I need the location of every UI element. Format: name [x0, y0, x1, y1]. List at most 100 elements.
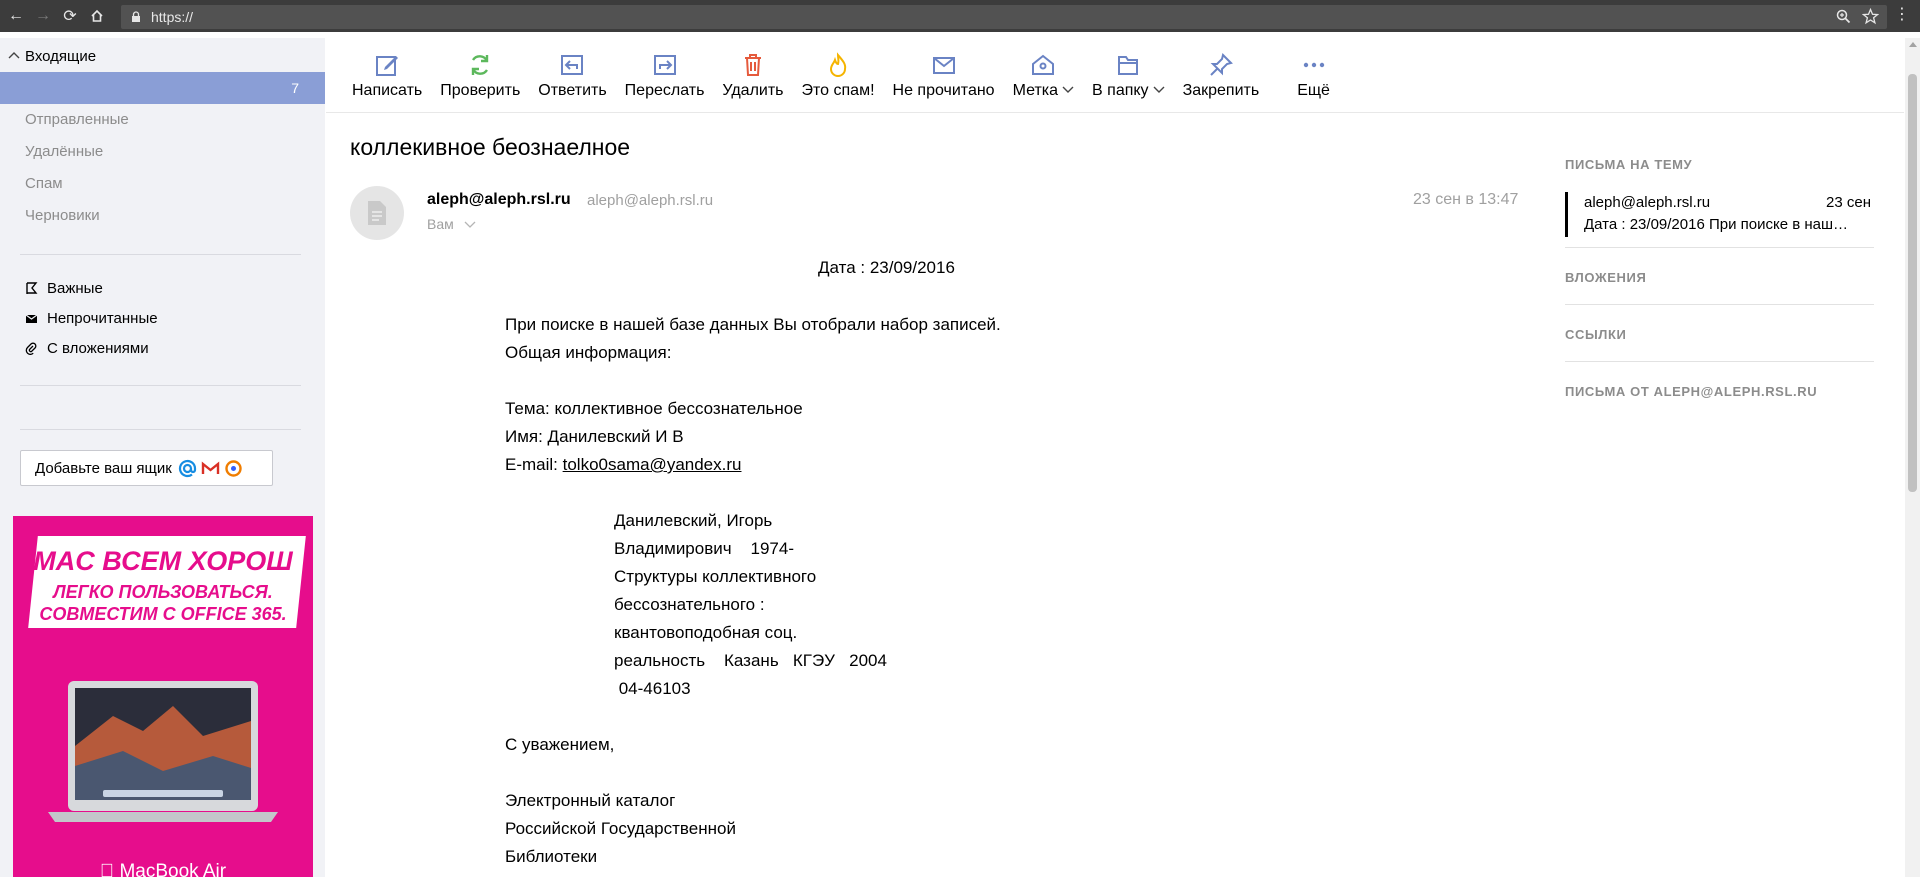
compose-pencil-icon	[376, 56, 399, 76]
thread-item-date: 23 сен	[1826, 194, 1871, 211]
signature-line: Российской Государственной	[505, 819, 736, 838]
record-line: реальность Казань КГЭУ 2004	[614, 651, 887, 670]
add-mailbox-label: Добавьте ваш ящик	[35, 459, 172, 477]
record-line: квантовоподобная соц.	[614, 623, 798, 642]
envelope-icon	[932, 57, 955, 74]
home-icon[interactable]	[86, 5, 108, 27]
recipient-line[interactable]: Вам	[427, 216, 476, 232]
record-line: Данилевский, Игорь	[614, 511, 773, 530]
ad-subline-2: СОВМЕСТИМ С OFFICE 365.	[39, 604, 287, 624]
browser-toolbar: ← → ⟳ https:// ⋮	[0, 0, 1920, 32]
sidebar: Входящие 7 Отправленные Удалённые Спам Ч…	[0, 38, 325, 877]
sidebar-divider	[20, 385, 301, 386]
bookmark-star-icon[interactable]	[1862, 8, 1879, 25]
folder-icon	[1118, 56, 1139, 75]
record-line: Владимирович 1974-	[614, 539, 794, 558]
refresh-icon	[472, 55, 489, 75]
page-scrollbar[interactable]	[1905, 38, 1920, 877]
right-column-divider	[1565, 361, 1874, 362]
scrollbar-thumb[interactable]	[1908, 74, 1917, 492]
mark-unread-button[interactable]: Не прочитано	[893, 38, 995, 100]
check-mail-button[interactable]: Проверить	[440, 38, 520, 100]
ad-headline: MAC ВСЕМ ХОРОШ	[33, 546, 293, 576]
filter-unread-label: Непрочитанные	[47, 310, 158, 327]
thread-item-snippet: Дата : 23/09/2016 При поиске в наш…	[1584, 216, 1849, 233]
move-to-folder-button[interactable]: В папку	[1092, 38, 1165, 100]
address-bar[interactable]: https://	[121, 5, 1887, 29]
browser-menu-icon[interactable]: ⋮	[1894, 7, 1910, 23]
trash-icon	[744, 54, 761, 76]
scroll-up-arrow-icon[interactable]	[1909, 42, 1917, 47]
chevron-down-icon	[1153, 86, 1165, 93]
pin-button[interactable]: Закрепить	[1183, 38, 1259, 100]
body-email-prefix: E-mail:	[505, 455, 563, 474]
filter-unread[interactable]: Непрочитанные	[25, 310, 158, 327]
thread-item-from: aleph@aleph.rsl.ru	[1584, 194, 1711, 211]
body-regards: С уважением,	[505, 735, 615, 754]
pin-icon	[1210, 53, 1233, 76]
filter-attachments[interactable]: С вложениями	[25, 340, 149, 357]
record-line: 04-46103	[614, 679, 691, 698]
folder-sent[interactable]: Отправленные	[25, 111, 129, 128]
filter-attachments-label: С вложениями	[47, 340, 149, 357]
message-date: 23 сен в 13:47	[1413, 191, 1519, 208]
paperclip-icon	[25, 342, 37, 355]
forward-button[interactable]: Переслать	[625, 38, 704, 100]
inbox-selected-row[interactable]: 7	[0, 72, 325, 104]
chevron-up-icon[interactable]	[7, 49, 21, 63]
record-line: бессознательного :	[614, 595, 765, 614]
lock-icon	[132, 11, 140, 22]
body-date-line: Дата : 23/09/2016	[818, 258, 955, 277]
filter-important[interactable]: Важные	[25, 280, 103, 297]
thread-item[interactable]: aleph@aleph.rsl.ru 23 сен Дата : 23/09/2…	[1565, 192, 1874, 237]
folder-inbox-label: Входящие	[25, 47, 97, 65]
body-intro-2: Общая информация:	[505, 343, 672, 362]
folder-spam[interactable]: Спам	[25, 175, 63, 192]
sender-avatar	[350, 186, 404, 240]
forward-icon[interactable]: →	[32, 5, 54, 27]
more-button[interactable]: Ещё	[1297, 38, 1330, 100]
folder-inbox[interactable]: Входящие	[0, 38, 325, 74]
right-column-divider	[1565, 247, 1874, 248]
document-icon	[368, 201, 386, 225]
chevron-down-icon	[464, 221, 476, 228]
tag-icon	[1032, 54, 1055, 75]
spam-button[interactable]: Это спам!	[802, 38, 875, 100]
reload-icon[interactable]: ⟳	[59, 5, 81, 27]
flame-icon	[830, 52, 847, 77]
delete-button[interactable]: Удалить	[722, 38, 784, 100]
recipient-label: Вам	[427, 216, 454, 232]
back-icon[interactable]: ←	[5, 5, 27, 27]
chevron-down-icon	[1062, 86, 1074, 93]
body-email-line: E-mail: tolko0sama@yandex.ru	[505, 451, 741, 479]
unread-envelope-icon	[25, 314, 38, 323]
inbox-unread-count: 7	[291, 80, 299, 96]
compose-button[interactable]: Написать	[352, 38, 422, 100]
zoom-icon[interactable]	[1835, 8, 1852, 25]
advertisement-banner[interactable]: MAC ВСЕМ ХОРОШ ЛЕГКО ПОЛЬЗОВАТЬСЯ. СОВМЕ…	[13, 516, 313, 877]
thread-section-title: ПИСЬМА НА ТЕМУ	[1565, 157, 1693, 172]
signature-line: Электронный каталог	[505, 791, 676, 810]
sidebar-divider	[20, 429, 301, 430]
links-section-title[interactable]: ССЫЛКИ	[1565, 327, 1627, 342]
sender-name[interactable]: aleph@aleph.rsl.ru	[427, 191, 571, 209]
important-flag-icon	[26, 282, 38, 294]
ad-subline-1: ЛЕГКО ПОЛЬЗОВАТЬСЯ.	[53, 582, 273, 602]
folder-deleted[interactable]: Удалённые	[25, 143, 103, 160]
sender-email[interactable]: aleph@aleph.rsl.ru	[587, 192, 713, 209]
email-link[interactable]: tolko0sama@yandex.ru	[563, 455, 742, 474]
label-button[interactable]: Метка	[1013, 38, 1074, 100]
folder-drafts[interactable]: Черновики	[25, 207, 100, 224]
attachments-section-title[interactable]: ВЛОЖЕНИЯ	[1565, 270, 1646, 285]
message-subject: коллекивное беознаелное	[350, 134, 631, 160]
signature-line: Библиотеки	[505, 847, 598, 866]
more-dots-icon	[1303, 62, 1324, 68]
add-mailbox-button[interactable]: Добавьте ваш ящик	[20, 450, 273, 486]
message-toolbar: Написать Проверить Ответить Переслать Уд…	[326, 38, 1904, 113]
record-line: Структуры коллективного	[614, 567, 817, 586]
body-name: Имя: Данилевский И В	[505, 427, 684, 446]
mailru-at-icon	[178, 459, 196, 477]
reply-button[interactable]: Ответить	[538, 38, 607, 100]
sender-letters-section-title[interactable]: ПИСЬМА ОТ ALEPH@ALEPH.RSL.RU	[1565, 384, 1817, 399]
gmail-icon	[201, 461, 220, 474]
